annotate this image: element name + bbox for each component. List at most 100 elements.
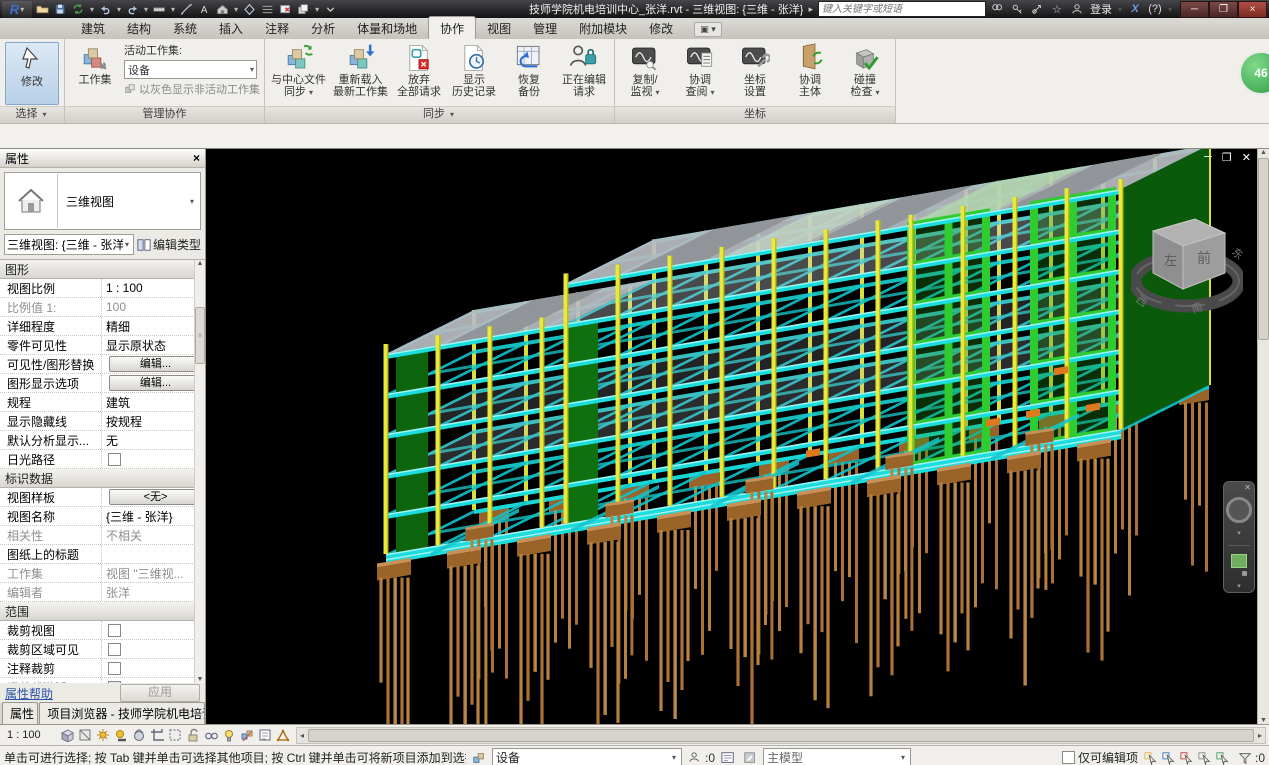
undo-button[interactable] [97, 2, 114, 17]
edit-type-button[interactable]: 编辑类型 [137, 236, 201, 253]
ribbon-tab-协作[interactable]: 协作 [428, 16, 476, 39]
exchange-apps-icon[interactable]: X [1126, 2, 1144, 17]
relinquish-all-button[interactable]: 放弃全部请求 [393, 41, 445, 106]
select-links-icon[interactable] [1142, 750, 1160, 765]
application-menu-button[interactable]: R▾ [2, 1, 32, 18]
ribbon-tab-注释[interactable]: 注释 [254, 17, 300, 39]
property-value[interactable]: 100 [102, 298, 205, 316]
help-dropdown-icon[interactable]: ▾ [1166, 5, 1174, 14]
dropdown-arrow-icon[interactable]: ▾ [313, 5, 321, 14]
editing-requests-button[interactable]: 正在编辑请求 [558, 41, 610, 106]
open-button[interactable] [34, 2, 51, 17]
reveal-hidden-elements-icon[interactable] [220, 727, 237, 743]
section-button[interactable] [241, 2, 258, 17]
copy-monitor-button[interactable]: 复制/监视 ▾ [619, 41, 671, 106]
properties-close-icon[interactable]: × [193, 151, 200, 165]
viewcube-left-label[interactable]: 左 [1164, 253, 1177, 268]
editable-only-checkbox[interactable]: 仅可编辑项 [1058, 749, 1138, 765]
section-header-范围[interactable]: 范围« [0, 602, 205, 621]
dropdown-arrow-icon[interactable]: ▾ [115, 5, 123, 14]
dropdown-arrow-icon[interactable]: ▾ [232, 5, 240, 14]
dropdown-arrow-icon[interactable]: ▾ [169, 5, 177, 14]
select-underlay-elements-icon[interactable] [1160, 750, 1178, 765]
show-analytical-model-icon[interactable] [274, 727, 291, 743]
property-value[interactable]: 建筑 [102, 393, 205, 411]
ribbon-tab-分析[interactable]: 分析 [300, 17, 346, 39]
default-3d-view-button[interactable] [214, 2, 231, 17]
ribbon-tab-插入[interactable]: 插入 [208, 17, 254, 39]
interference-check-button[interactable]: 碰撞检查 ▾ [839, 41, 891, 106]
view-restore-icon[interactable]: ❐ [1222, 151, 1232, 164]
view-close-icon[interactable]: ✕ [1242, 151, 1251, 164]
shadows-icon[interactable] [112, 727, 129, 743]
thin-lines-button[interactable] [259, 2, 276, 17]
signin-label[interactable]: 登录 [1090, 1, 1112, 17]
aligned-dimension-button[interactable] [178, 2, 195, 17]
customize-qat-button[interactable] [322, 2, 339, 17]
viewcube-compass-east[interactable]: 东 [1229, 245, 1243, 262]
checkbox[interactable] [108, 681, 121, 684]
property-value[interactable]: 精细 [102, 317, 205, 335]
navbar-close-icon[interactable]: ✕ [1241, 482, 1254, 493]
subscription-key-icon[interactable] [1008, 2, 1026, 17]
property-value[interactable]: 不相关 [102, 526, 205, 544]
active-workset-select[interactable]: 设备▾ [124, 60, 257, 79]
view-minimize-icon[interactable]: ─ [1204, 151, 1212, 164]
communication-center-icon[interactable] [1028, 2, 1046, 17]
coordination-settings-button[interactable]: 坐标设置 [729, 41, 781, 106]
select-elements-by-face-icon[interactable] [1196, 750, 1214, 765]
viewcube[interactable]: 左 前 东 南 西 [1131, 201, 1243, 319]
navbar-caret-icon[interactable]: ▾ [1237, 529, 1241, 537]
temporary-view-properties-icon[interactable] [256, 727, 273, 743]
signin-icon[interactable] [1068, 2, 1086, 17]
checkbox[interactable] [108, 643, 121, 656]
help-icon[interactable]: (?) [1146, 2, 1164, 17]
structural-model[interactable] [206, 149, 1259, 724]
steering-wheel-icon[interactable] [1226, 497, 1252, 523]
show-rendering-dialog-icon[interactable] [130, 727, 147, 743]
notification-badge[interactable]: 46 [1239, 51, 1269, 95]
show-history-button[interactable]: 显示历史记录 [448, 41, 500, 106]
edit-button[interactable]: 编辑... [109, 375, 202, 391]
type-selector[interactable]: 三维视图 ▾ [4, 172, 201, 230]
navbar-caret2-icon[interactable]: ▾ [1237, 582, 1241, 590]
drag-elements-on-selection-icon[interactable] [1214, 750, 1232, 765]
vertical-scrollbar[interactable]: ▲ ▼ [1257, 149, 1269, 724]
dropdown-arrow-icon[interactable]: ▾ [142, 5, 150, 14]
minimize-button[interactable]: ─ [1180, 1, 1209, 18]
type-selector-dropdown-icon[interactable]: ▾ [188, 197, 196, 206]
property-value[interactable]: {三维 - 张洋} [102, 507, 205, 525]
design-option-select[interactable]: 主模型▾ [763, 748, 911, 765]
ribbon-tab-系统[interactable]: 系统 [162, 17, 208, 39]
sync-with-central-button[interactable] [70, 2, 87, 17]
property-value[interactable]: 1 : 100 [102, 279, 205, 297]
drawing-area[interactable]: ─ ❐ ✕ 左 前 东 南 西 ✕ ▾ [206, 149, 1269, 724]
ribbon-tab-管理[interactable]: 管理 [522, 17, 568, 39]
redo-button[interactable] [124, 2, 141, 17]
ribbon-tab-建筑[interactable]: 建筑 [70, 17, 116, 39]
text-note-button[interactable]: A [196, 2, 213, 17]
synchronize-panel-label[interactable]: 同步 ▾ [265, 106, 614, 123]
ribbon-tab-体量和场地[interactable]: 体量和场地 [346, 17, 428, 39]
edit-button[interactable]: <无> [109, 489, 202, 505]
select-panel-label[interactable]: 选择 ▾ [0, 106, 64, 123]
property-value[interactable]: 视图 "三维视... [102, 564, 205, 582]
switch-windows-button[interactable] [295, 2, 312, 17]
coordination-host-button[interactable]: 协调主体 [784, 41, 836, 106]
filter-icon[interactable] [1236, 750, 1254, 765]
temporary-hide-isolate-icon[interactable] [202, 727, 219, 743]
editing-requests-icon[interactable] [686, 750, 704, 765]
signin-dropdown-icon[interactable]: ▾ [1116, 5, 1124, 14]
edit-button[interactable]: 编辑... [109, 356, 202, 372]
status-workset-select[interactable]: 设备▾ [492, 748, 682, 765]
worksets-button[interactable]: 工作集 [69, 41, 121, 106]
apply-button[interactable]: 应用 [120, 684, 200, 702]
view-scale-button[interactable]: 1 : 100 [6, 728, 56, 742]
measure-button[interactable] [151, 2, 168, 17]
property-value[interactable] [102, 545, 205, 563]
search-input[interactable] [818, 1, 986, 17]
property-value[interactable]: 按规程 [102, 412, 205, 430]
save-button[interactable] [52, 2, 69, 17]
close-button[interactable]: × [1238, 1, 1267, 18]
show-crop-region-icon[interactable] [166, 727, 183, 743]
